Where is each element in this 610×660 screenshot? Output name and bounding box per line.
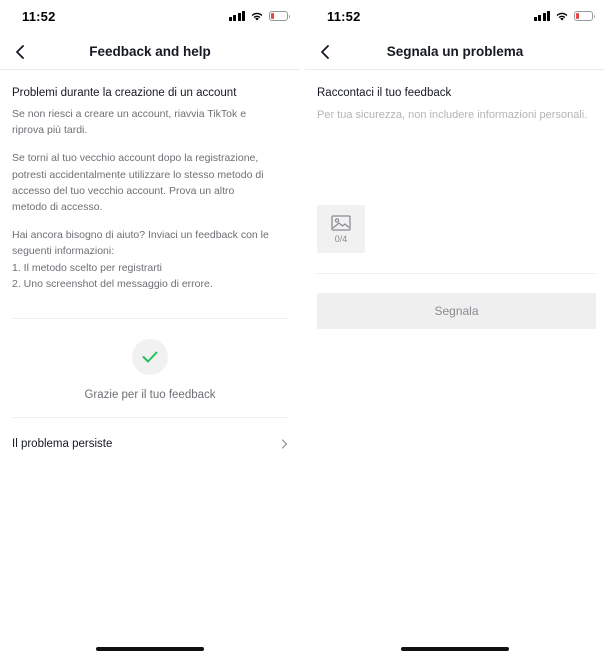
nav-bar: Feedback and help bbox=[0, 34, 300, 70]
feedback-help-screen: 11:52 Feedback and help Problemi durante… bbox=[0, 0, 300, 660]
help-paragraph-3: Hai ancora bisogno di aiuto? Inviaci un … bbox=[12, 229, 269, 290]
checkmark-icon bbox=[142, 351, 158, 363]
check-badge bbox=[132, 339, 168, 376]
report-form: Raccontaci il tuo feedback 0/4 Segnala bbox=[317, 70, 596, 329]
page-title: Segnala un problema bbox=[386, 44, 524, 59]
status-icons bbox=[228, 11, 290, 21]
feedback-input[interactable] bbox=[317, 109, 595, 199]
image-count: 0/4 bbox=[334, 233, 348, 244]
help-paragraph-1: Se non riesci a creare un account, riavv… bbox=[12, 108, 247, 137]
section-title: Problemi durante la creazione di un acco… bbox=[12, 87, 237, 99]
signal-icon bbox=[533, 11, 550, 21]
feedback-confirmation: Grazie per il tuo feedback bbox=[12, 319, 288, 401]
divider bbox=[317, 273, 595, 274]
thanks-text: Grazie per il tuo feedback bbox=[84, 389, 216, 402]
report-problem-screen: 11:52 Segnala un problema Raccontaci il … bbox=[305, 0, 605, 660]
status-bar: 11:52 bbox=[305, 0, 605, 34]
home-indicator[interactable] bbox=[96, 647, 204, 651]
image-upload-button[interactable]: 0/4 bbox=[317, 205, 365, 253]
battery-icon bbox=[574, 11, 595, 21]
status-time: 11:52 bbox=[22, 9, 56, 24]
signal-icon bbox=[228, 11, 245, 21]
feedback-field-label: Raccontaci il tuo feedback bbox=[317, 87, 452, 99]
problem-persists-label: Il problema persiste bbox=[12, 438, 113, 451]
image-icon bbox=[331, 214, 351, 231]
status-icons bbox=[533, 11, 595, 21]
help-content: Problemi durante la creazione di un acco… bbox=[12, 70, 288, 470]
nav-bar: Segnala un problema bbox=[305, 34, 605, 70]
submit-report-button[interactable]: Segnala bbox=[317, 293, 596, 329]
status-time: 11:52 bbox=[327, 9, 361, 24]
status-bar: 11:52 bbox=[0, 0, 300, 34]
page-title: Feedback and help bbox=[89, 44, 211, 59]
home-indicator[interactable] bbox=[401, 647, 509, 651]
chevron-right-icon bbox=[281, 439, 288, 449]
help-paragraph-2: Se torni al tuo vecchio account dopo la … bbox=[12, 152, 264, 214]
wifi-icon bbox=[556, 12, 568, 21]
problem-persists-row[interactable]: Il problema persiste bbox=[12, 418, 288, 470]
battery-icon bbox=[269, 11, 290, 21]
wifi-icon bbox=[251, 12, 263, 21]
